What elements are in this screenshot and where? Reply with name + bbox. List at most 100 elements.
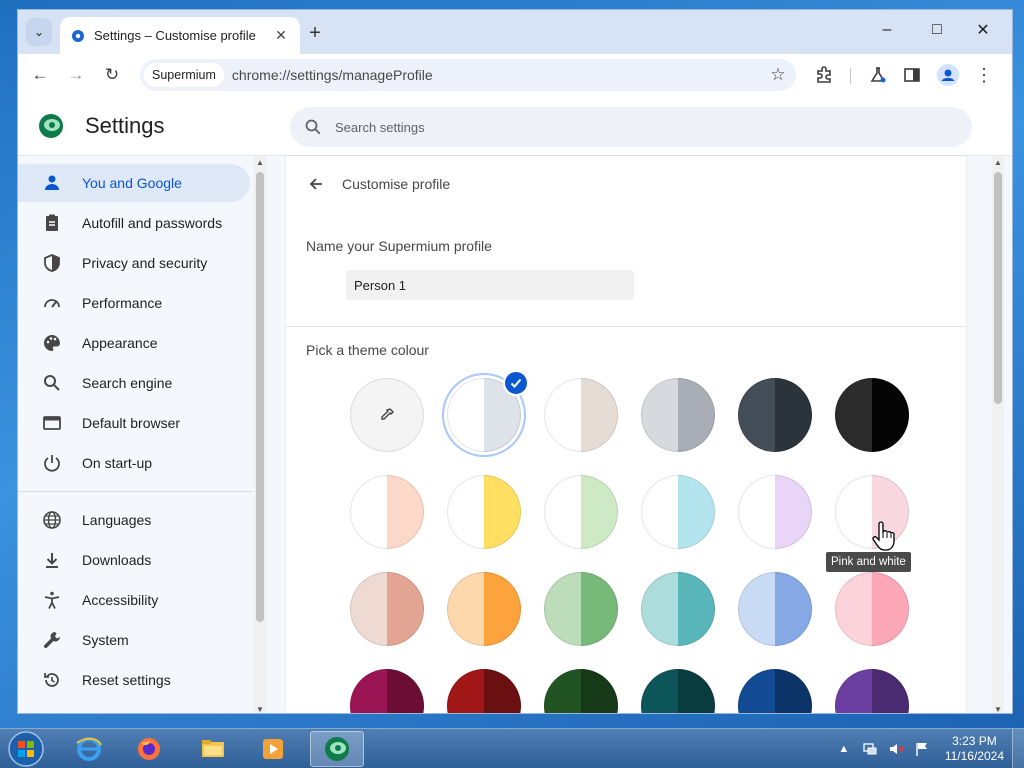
- theme-colour-swatch[interactable]: [544, 572, 618, 646]
- sidebar-item-privacy-and-security[interactable]: Privacy and security: [18, 244, 250, 282]
- theme-colour-swatch[interactable]: [544, 669, 618, 713]
- shield-icon: [42, 253, 62, 273]
- theme-colour-swatch[interactable]: [738, 378, 812, 452]
- reload-icon[interactable]: ↻: [98, 61, 126, 89]
- clock[interactable]: 3:23 PM 11/16/2024: [945, 734, 1004, 764]
- minimize-button[interactable]: –: [864, 10, 910, 50]
- site-chip[interactable]: Supermium: [144, 63, 224, 87]
- theme-colour-swatch[interactable]: [447, 572, 521, 646]
- sidebar-item-appearance[interactable]: Appearance: [18, 324, 250, 362]
- scroll-up-arrow[interactable]: ▲: [992, 156, 1004, 168]
- scroll-down-arrow[interactable]: ▼: [254, 703, 266, 714]
- sidebar-item-downloads[interactable]: Downloads: [18, 541, 250, 579]
- menu-kebab-icon[interactable]: ⋮: [970, 61, 998, 89]
- swatch-outline: [544, 669, 618, 713]
- download-icon: [42, 550, 62, 570]
- network-icon[interactable]: [861, 740, 879, 758]
- labs-flask-icon[interactable]: [864, 61, 892, 89]
- taskbar-internet-explorer-button[interactable]: [62, 731, 116, 767]
- theme-colour-swatch[interactable]: [447, 370, 529, 452]
- content-scrollbar[interactable]: ▲ ▼: [992, 156, 1004, 714]
- page-title: Settings: [85, 113, 165, 138]
- theme-colour-swatch[interactable]: [350, 669, 424, 713]
- theme-colour-swatch[interactable]: [350, 572, 424, 646]
- tray-overflow-icon[interactable]: ▲: [835, 740, 853, 758]
- scroll-up-arrow[interactable]: ▲: [254, 156, 266, 168]
- scroll-thumb[interactable]: [994, 172, 1002, 404]
- taskbar-file-explorer-button[interactable]: [186, 731, 240, 767]
- back-arrow-icon[interactable]: ←: [26, 61, 54, 89]
- maximize-button[interactable]: □: [914, 10, 960, 50]
- sidebar-item-accessibility[interactable]: Accessibility: [18, 581, 250, 619]
- sidebar-item-label: You and Google: [82, 175, 182, 191]
- swatch-outline: [447, 669, 521, 713]
- theme-colour-swatch[interactable]: [641, 475, 715, 549]
- theme-colour-swatch[interactable]: [738, 475, 812, 549]
- forward-arrow-icon[interactable]: →: [62, 61, 90, 89]
- side-panel-icon[interactable]: [898, 61, 926, 89]
- sidebar-item-reset-settings[interactable]: Reset settings: [18, 661, 250, 699]
- swatch-outline: [835, 669, 909, 713]
- address-bar[interactable]: Supermium chrome://settings/manageProfil…: [140, 59, 796, 91]
- sidebar-item-languages[interactable]: Languages: [18, 501, 250, 539]
- taskbar-supermium-button[interactable]: [310, 731, 364, 767]
- scroll-thumb[interactable]: [256, 172, 264, 622]
- bookmark-star-icon[interactable]: ☆: [764, 65, 792, 85]
- settings-search[interactable]: [290, 107, 972, 147]
- settings-sidebar: You and Google Autofill and passwords Priv…: [18, 156, 270, 713]
- power-icon: [42, 453, 62, 473]
- profile-avatar-icon[interactable]: [934, 61, 962, 89]
- theme-colour-swatch[interactable]: [544, 378, 618, 452]
- theme-colour-swatch[interactable]: [447, 475, 521, 549]
- url-text[interactable]: chrome://settings/manageProfile: [232, 67, 764, 83]
- tab-strip: ⌄ Settings – Customise profile ✕ + – □ ✕: [18, 10, 1012, 54]
- show-desktop-button[interactable]: [1012, 729, 1024, 768]
- swatch-outline: [738, 669, 812, 713]
- window-close-button[interactable]: ✕: [960, 10, 1006, 50]
- swatch-outline: [835, 572, 909, 646]
- sidebar-item-on-start-up[interactable]: On start-up: [18, 444, 250, 482]
- theme-colour-swatch[interactable]: [835, 378, 909, 452]
- taskbar-media-player-button[interactable]: [246, 731, 300, 767]
- sidebar-item-label: Downloads: [82, 552, 152, 568]
- theme-colour-swatch[interactable]: [835, 669, 909, 713]
- theme-colour-swatch[interactable]: [641, 669, 715, 713]
- extensions-icon[interactable]: [810, 61, 838, 89]
- search-input[interactable]: [335, 119, 735, 135]
- sidebar-item-label: Languages: [82, 512, 152, 528]
- sidebar-item-search-engine[interactable]: Search engine: [18, 364, 250, 402]
- gear-icon: [70, 28, 86, 44]
- theme-colour-swatch[interactable]: [350, 475, 424, 549]
- tab-search-button[interactable]: ⌄: [26, 18, 52, 46]
- start-button[interactable]: [6, 730, 46, 768]
- theme-colour-swatch[interactable]: [738, 669, 812, 713]
- theme-colour-swatch[interactable]: [835, 572, 909, 646]
- theme-colour-swatch[interactable]: [544, 475, 618, 549]
- search-icon: [305, 119, 321, 135]
- theme-colour-swatch[interactable]: [738, 572, 812, 646]
- swatch-tooltip: Pink and white: [826, 552, 911, 572]
- tab-settings[interactable]: Settings – Customise profile ✕: [60, 17, 300, 54]
- palette-icon: [42, 333, 62, 353]
- wrench-icon: [42, 630, 62, 650]
- sidebar-item-default-browser[interactable]: Default browser: [18, 404, 250, 442]
- close-icon[interactable]: ✕: [272, 27, 290, 44]
- custom-colour-picker-button[interactable]: [350, 378, 424, 452]
- clock-time: 3:23 PM: [952, 734, 997, 748]
- theme-colour-swatch[interactable]: [447, 669, 521, 713]
- volume-muted-icon[interactable]: [887, 740, 905, 758]
- search-icon: [42, 373, 62, 393]
- taskbar-firefox-button[interactable]: [122, 731, 176, 767]
- theme-colour-swatch[interactable]: [641, 572, 715, 646]
- sidebar-item-you-and-google[interactable]: You and Google: [18, 164, 250, 202]
- sidebar-item-system[interactable]: System: [18, 621, 250, 659]
- sidebar-item-autofill-and-passwords[interactable]: Autofill and passwords: [18, 204, 250, 242]
- file-explorer-icon: [202, 740, 224, 757]
- new-tab-button[interactable]: +: [302, 20, 328, 46]
- scroll-down-arrow[interactable]: ▼: [992, 703, 1004, 714]
- sidebar-scrollbar[interactable]: ▲ ▼: [254, 156, 266, 714]
- sidebar-item-performance[interactable]: Performance: [18, 284, 250, 322]
- theme-colour-swatch[interactable]: [641, 378, 715, 452]
- swatch-outline: [350, 572, 424, 646]
- action-center-flag-icon[interactable]: [913, 740, 931, 758]
